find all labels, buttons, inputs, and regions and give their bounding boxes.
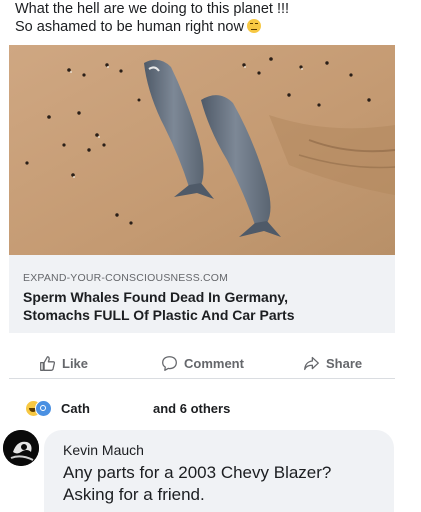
comment-text-line-1: Any parts for a 2003 Chevy Blazer?	[63, 463, 332, 482]
avatar[interactable]	[3, 430, 39, 466]
facebook-post: What the hell are we doing to this plane…	[0, 0, 421, 512]
like-label: Like	[62, 355, 89, 371]
link-domain: EXPAND-YOUR-CONSCIOUSNESS.COM	[23, 272, 229, 284]
link-headline[interactable]: Sperm Whales Found Dead In Germany, Stom…	[23, 288, 385, 324]
post-text-line-1: What the hell are we doing to this plane…	[15, 1, 290, 17]
reactor-name[interactable]: Cath	[61, 401, 90, 416]
comment-text: Any parts for a 2003 Chevy Blazer? Askin…	[63, 462, 383, 506]
link-card-meta[interactable]: EXPAND-YOUR-CONSCIOUSNESS.COM Sperm Whal…	[9, 255, 395, 333]
speech-bubble-icon	[162, 355, 177, 371]
link-headline-line-1: Sperm Whales Found Dead In Germany,	[23, 289, 289, 305]
reactions-summary[interactable]: Cath and 6 others	[9, 398, 395, 420]
comment-bubble: Kevin Mauch Any parts for a 2003 Chevy B…	[44, 430, 394, 512]
like-button[interactable]: Like	[39, 352, 88, 374]
beached-whales-photo[interactable]	[9, 45, 395, 255]
comment-author[interactable]: Kevin Mauch	[63, 442, 144, 458]
post-text-line-2: So ashamed to be human right now	[15, 18, 410, 36]
post-text: What the hell are we doing to this plane…	[15, 0, 410, 36]
shared-link-card[interactable]: EXPAND-YOUR-CONSCIOUSNESS.COM Sperm Whal…	[9, 45, 395, 333]
share-button[interactable]: Share	[303, 352, 362, 374]
reaction-icons	[25, 400, 61, 418]
comment-label: Comment	[184, 355, 244, 371]
comment-text-line-2: Asking for a friend.	[63, 485, 205, 504]
post-action-bar: Like Comment Share	[9, 348, 395, 379]
commenter-avatar-image	[3, 430, 39, 466]
sad-reaction-icon	[35, 400, 52, 417]
thumbs-up-icon	[40, 355, 56, 371]
link-headline-line-2: Stomachs FULL Of Plastic And Car Parts	[23, 307, 295, 323]
grimacing-face-emoji-icon	[246, 19, 261, 33]
post-text-line-2-text: So ashamed to be human right now	[15, 19, 244, 35]
reactor-others[interactable]: and 6 others	[153, 401, 230, 416]
share-arrow-icon	[304, 356, 319, 370]
share-label: Share	[326, 355, 363, 371]
comment-button[interactable]: Comment	[161, 352, 244, 374]
